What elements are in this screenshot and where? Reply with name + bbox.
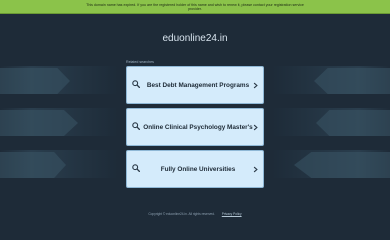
- chevron-right-icon: [253, 166, 258, 172]
- search-icon: [132, 164, 140, 172]
- background-arrow-shape: [314, 68, 390, 94]
- background-arrow-shape: [316, 110, 390, 136]
- expired-domain-notice: This domain name has expired. If you are…: [0, 0, 390, 14]
- background-arrow-shape: [0, 110, 78, 136]
- chevron-right-icon: [253, 124, 258, 130]
- domain-title: eduonline24.in: [162, 33, 228, 44]
- search-link-online-universities[interactable]: Fully Online Universities: [126, 150, 264, 188]
- search-icon: [132, 122, 140, 130]
- related-searches-label: Related searches: [126, 60, 154, 64]
- background-arrow-shape: [0, 152, 66, 178]
- search-link-debt-management[interactable]: Best Debt Management Programs: [126, 66, 264, 104]
- background-arrow-shape: [294, 152, 390, 178]
- background-arrow-shape: [0, 68, 70, 94]
- copyright-text: Copyright © eduonline24.in. All rights r…: [148, 212, 215, 216]
- notice-line: provider.: [188, 6, 202, 11]
- search-link-label: Online Clinical Psychology Master's: [143, 123, 253, 131]
- chevron-right-icon: [253, 82, 258, 88]
- privacy-policy-link[interactable]: Privacy Policy: [222, 212, 242, 216]
- search-link-label: Fully Online Universities: [160, 165, 236, 173]
- search-icon: [132, 80, 140, 88]
- footer: Copyright © eduonline24.in. All rights r…: [0, 212, 390, 216]
- search-link-label: Best Debt Management Programs: [146, 81, 250, 89]
- search-link-clinical-psychology[interactable]: Online Clinical Psychology Master's: [126, 108, 264, 146]
